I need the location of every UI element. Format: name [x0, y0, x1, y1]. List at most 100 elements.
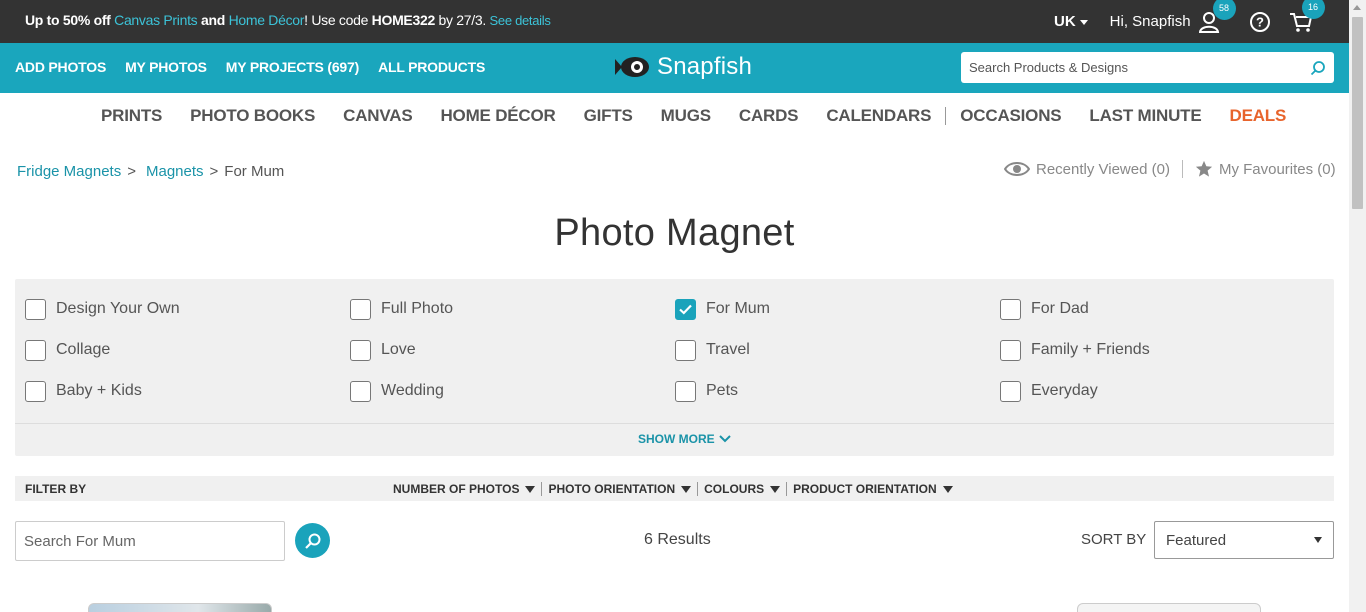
filter-option[interactable]: For Mum — [675, 298, 1000, 320]
promo-bar: Up to 50% off Canvas Prints and Home Déc… — [0, 0, 1349, 43]
checkbox[interactable] — [675, 380, 696, 402]
cat-cards[interactable]: CARDS — [739, 106, 799, 126]
filter-option[interactable]: For Dad — [1000, 298, 1325, 320]
breadcrumb: Fridge Magnets > Magnets > For Mum — [17, 163, 284, 180]
cat-occasions[interactable]: OCCASIONS — [960, 106, 1061, 126]
country-selector[interactable]: UK — [1054, 13, 1088, 30]
help-button[interactable]: ? — [1249, 11, 1271, 33]
see-details-link[interactable]: See details — [490, 13, 551, 28]
cat-calendars[interactable]: CALENDARS — [826, 106, 931, 126]
filter-option-label: Travel — [706, 341, 750, 358]
cat-last-minute[interactable]: LAST MINUTE — [1089, 106, 1201, 126]
product-search — [961, 52, 1334, 83]
scrollbar[interactable] — [1349, 0, 1366, 612]
show-more-button[interactable]: SHOW MORE — [638, 432, 731, 446]
promo-part2: ! Use code — [304, 12, 372, 28]
product-search-input[interactable] — [961, 52, 1301, 83]
cart-badge: 16 — [1301, 0, 1325, 19]
filter-option[interactable]: Love — [350, 339, 675, 361]
checkbox[interactable] — [1000, 339, 1021, 361]
filter-photo-orientation[interactable]: PHOTO ORIENTATION — [548, 482, 692, 496]
checkbox-checked[interactable] — [675, 298, 696, 320]
cat-gifts[interactable]: GIFTS — [584, 106, 633, 126]
filter-option[interactable]: Travel — [675, 339, 1000, 361]
checkbox[interactable] — [25, 380, 46, 402]
checkbox[interactable] — [25, 298, 46, 320]
sort-by-label: SORT BY — [1081, 531, 1147, 548]
checkbox[interactable] — [350, 380, 371, 402]
checkbox[interactable] — [350, 339, 371, 361]
cat-prints[interactable]: PRINTS — [101, 106, 162, 126]
checkbox[interactable] — [350, 298, 371, 320]
scrollbar-thumb[interactable] — [1352, 17, 1363, 209]
help-icon: ? — [1249, 11, 1270, 32]
recently-viewed-link[interactable]: Recently Viewed (0) — [1036, 161, 1170, 178]
divider — [15, 423, 1334, 424]
filter-option[interactable]: Design Your Own — [25, 298, 350, 320]
filter-number-of-photos[interactable]: NUMBER OF PHOTOS — [393, 482, 536, 496]
theme-filter-panel: Design Your Own Full Photo For Mum For Dad C… — [15, 279, 1334, 456]
my-favourites-link[interactable]: My Favourites (0) — [1219, 161, 1336, 178]
filter-option-label: Everyday — [1031, 382, 1098, 399]
promo-text: Up to 50% off Canvas Prints and Home Déc… — [25, 12, 551, 28]
list-search-input[interactable] — [16, 522, 284, 560]
checkbox[interactable] — [1000, 298, 1021, 320]
breadcrumb-magnets[interactable]: Magnets — [146, 163, 204, 180]
filter-option-label: Collage — [56, 341, 111, 358]
filter-option[interactable]: Pets — [675, 380, 1000, 402]
promo-home-link[interactable]: Home Décor — [229, 12, 305, 28]
filter-option-label: Baby + Kids — [56, 382, 142, 399]
filter-option[interactable]: Wedding — [350, 380, 675, 402]
snapfish-logo[interactable]: Snapfish — [613, 53, 752, 81]
filter-option[interactable]: Everyday — [1000, 380, 1325, 402]
cat-photo-books[interactable]: PHOTO BOOKS — [190, 106, 315, 126]
cat-mugs[interactable]: MUGS — [661, 106, 711, 126]
filter-option[interactable]: Collage — [25, 339, 350, 361]
filter-option[interactable]: Family + Friends — [1000, 339, 1325, 361]
filter-product-orientation[interactable]: PRODUCT ORIENTATION — [793, 482, 953, 496]
caret-down-icon — [525, 485, 536, 493]
nav-all-products[interactable]: ALL PRODUCTS — [378, 59, 485, 75]
nav-my-projects[interactable]: MY PROJECTS (697) — [226, 59, 359, 75]
breadcrumb-fridge-magnets[interactable]: Fridge Magnets — [17, 163, 121, 180]
star-icon — [1195, 160, 1213, 177]
product-thumbnail[interactable] — [1077, 603, 1261, 612]
page-title: Photo Magnet — [554, 212, 795, 254]
filter-option-label: Love — [381, 341, 416, 358]
country-label: UK — [1054, 13, 1076, 30]
filter-option-label: NUMBER OF PHOTOS — [393, 482, 520, 496]
list-search-button[interactable] — [295, 523, 330, 558]
filter-option-label: PHOTO ORIENTATION — [548, 482, 676, 496]
checkbox[interactable] — [25, 339, 46, 361]
caret-down-icon — [1314, 537, 1322, 543]
sort-select[interactable]: Featured — [1154, 521, 1334, 559]
filter-option[interactable]: Baby + Kids — [25, 380, 350, 402]
caret-down-icon — [942, 485, 953, 493]
cart-button[interactable]: 16 — [1289, 0, 1325, 33]
promo-canvas-link[interactable]: Canvas Prints — [114, 12, 198, 28]
scroll-up-arrow-icon[interactable] — [1353, 5, 1361, 10]
product-thumbnail[interactable] — [88, 603, 272, 612]
filter-option[interactable]: Full Photo — [350, 298, 675, 320]
cat-deals[interactable]: DEALS — [1230, 106, 1287, 126]
checkbox[interactable] — [675, 339, 696, 361]
nav-my-photos[interactable]: MY PHOTOS — [125, 59, 207, 75]
greeting[interactable]: Hi, Snapfish — [1110, 13, 1191, 30]
filter-by-bar: FILTER BY NUMBER OF PHOTOS PHOTO ORIENTA… — [15, 476, 1334, 501]
divider — [697, 482, 699, 496]
filter-colours[interactable]: COLOURS — [704, 482, 781, 496]
show-more-label: SHOW MORE — [638, 432, 715, 446]
filter-option-label: Full Photo — [381, 300, 454, 317]
cat-canvas[interactable]: CANVAS — [343, 106, 413, 126]
list-search — [15, 521, 285, 561]
profile-button[interactable]: 58 — [1198, 0, 1236, 33]
nav-add-photos[interactable]: ADD PHOTOS — [15, 59, 106, 75]
search-icon[interactable] — [1310, 60, 1326, 76]
filter-option-label: For Mum — [706, 300, 770, 317]
filter-option-label: Pets — [706, 382, 739, 399]
filter-option-label: Design Your Own — [56, 300, 180, 317]
profile-badge: 58 — [1212, 0, 1236, 20]
chevron-down-icon — [718, 435, 731, 443]
checkbox[interactable] — [1000, 380, 1021, 402]
cat-home-decor[interactable]: HOME DÉCOR — [440, 106, 555, 126]
